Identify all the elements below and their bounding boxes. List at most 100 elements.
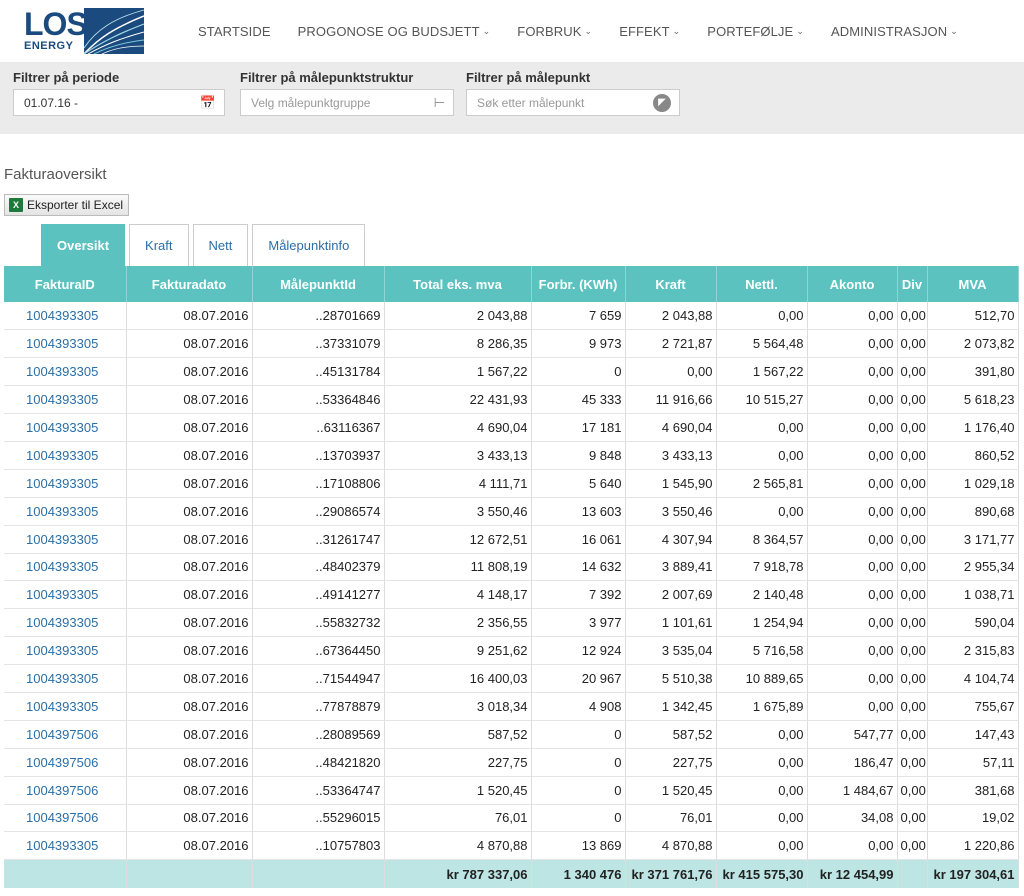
invoice-id-link[interactable]: 1004393305 (4, 413, 127, 442)
tab-malepunktinfo[interactable]: Målepunktinfo (252, 224, 366, 266)
col-mva-header[interactable]: MVA (927, 266, 1019, 302)
chevron-down-icon: ⌄ (950, 25, 958, 36)
col-malepunktid-header[interactable]: MålepunktId (252, 266, 385, 302)
col-forbruk-header[interactable]: Forbr. (KWh) (531, 266, 626, 302)
table-row[interactable]: 1004397506 08.07.2016 ..53364747 1 520,45 0 1… (4, 776, 1019, 805)
col-fakturadato-header[interactable]: Fakturadato (126, 266, 253, 302)
table-row[interactable]: 1004397506 08.07.2016 ..48421820 227,75 0 227… (4, 748, 1019, 777)
structure-filter: Filtrer på målepunktstruktur Velg målepu… (240, 70, 454, 116)
col-fakturadato-cell: 08.07.2016 (126, 497, 253, 526)
col-nettleie-cell: 0,00 (716, 748, 808, 777)
nav-item-startside[interactable]: STARTSIDE (198, 24, 271, 39)
col-mva-cell: 2 955,34 (927, 553, 1019, 582)
col-mva-cell: 381,68 (927, 776, 1019, 805)
col-fakturadato-cell: 08.07.2016 (126, 692, 253, 721)
invoice-id-link[interactable]: 1004393305 (4, 553, 127, 582)
col-akonto-cell: 0,00 (807, 553, 898, 582)
col-malepunktid-cell: ..17108806 (252, 469, 385, 498)
table-row[interactable]: 1004393305 08.07.2016 ..63116367 4 690,04 17… (4, 413, 1019, 442)
invoice-id-link[interactable]: 1004397506 (4, 804, 127, 833)
table-row[interactable]: 1004393305 08.07.2016 ..77878879 3 018,34 4 … (4, 692, 1019, 721)
col-fakturadato-cell: 08.07.2016 (126, 441, 253, 470)
period-input[interactable]: 01.07.16 - 📅 (13, 89, 225, 116)
invoice-id-link[interactable]: 1004393305 (4, 580, 127, 610)
nav-item-effekt[interactable]: EFFEKT ⌄ (619, 24, 680, 39)
table-row[interactable]: 1004393305 08.07.2016 ..53364846 22 431,93 4… (4, 385, 1019, 415)
invoice-id-link[interactable]: 1004397506 (4, 720, 127, 749)
nav-item-administrasjon[interactable]: ADMINISTRASJON ⌄ (831, 24, 958, 39)
col-akonto-cell: 0,00 (807, 664, 898, 693)
col-forbruk-cell: 3 977 (531, 608, 626, 638)
calendar-icon[interactable]: 📅 (200, 95, 216, 111)
chevron-down-icon: ⌄ (672, 25, 681, 36)
col-nettleie-cell: 1 567,22 (716, 357, 808, 387)
table-row[interactable]: 1004393305 08.07.2016 ..49141277 4 148,17 7 … (4, 580, 1019, 610)
table-row[interactable]: 1004393305 08.07.2016 ..37331079 8 286,35 9 … (4, 329, 1019, 359)
col-akonto-cell: 34,08 (807, 804, 898, 833)
col-total-cell: 9 251,62 (384, 636, 532, 666)
col-akonto-header[interactable]: Akonto (807, 266, 898, 302)
col-forbruk-cell: 0 (531, 776, 626, 805)
invoice-id-link[interactable]: 1004393305 (4, 664, 127, 693)
los-energy-logo[interactable]: LOS ENERGY (24, 3, 172, 59)
tab-kraft[interactable]: Kraft (129, 224, 189, 266)
hierarchy-icon[interactable]: ⊢ (434, 95, 445, 111)
col-kraft-cell: 3 889,41 (625, 553, 717, 582)
nav-item-forbruk[interactable]: FORBRUK ⌄ (517, 24, 592, 39)
nav-item-portefolje[interactable]: PORTEFØLJE ⌄ (707, 24, 804, 39)
invoice-id-link[interactable]: 1004393305 (4, 831, 127, 861)
table-row[interactable]: 1004393305 08.07.2016 ..45131784 1 567,22 0 0… (4, 357, 1019, 387)
table-row[interactable]: 1004393305 08.07.2016 ..29086574 3 550,46 13… (4, 497, 1019, 526)
invoice-id-link[interactable]: 1004393305 (4, 302, 127, 331)
table-row[interactable]: 1004393305 08.07.2016 ..10757803 4 870,88 13… (4, 831, 1019, 861)
invoice-id-link[interactable]: 1004397506 (4, 748, 127, 777)
table-row[interactable]: 1004393305 08.07.2016 ..17108806 4 111,71 5 … (4, 469, 1019, 498)
table-row[interactable]: 1004393305 08.07.2016 ..13703937 3 433,13 9 … (4, 441, 1019, 470)
col-total-header[interactable]: Total eks. mva (384, 266, 532, 302)
col-akonto-cell: 0,00 (807, 580, 898, 610)
tab-oversikt[interactable]: Oversikt (41, 224, 126, 266)
col-div-cell: 0,00 (897, 692, 928, 721)
table-row[interactable]: 1004393305 08.07.2016 ..48402379 11 808,19 1… (4, 553, 1019, 582)
invoice-id-link[interactable]: 1004393305 (4, 525, 127, 554)
gauge-icon[interactable]: ◤ (653, 93, 671, 112)
nav-item-prognose[interactable]: PROGONOSE OG BUDSJETT ⌄ (298, 24, 491, 39)
col-div-cell: 0,00 (897, 580, 928, 610)
col-div-cell: 0,00 (897, 497, 928, 526)
invoice-id-link[interactable]: 1004393305 (4, 385, 127, 415)
col-kraft-header[interactable]: Kraft (625, 266, 717, 302)
invoice-id-link[interactable]: 1004393305 (4, 329, 127, 359)
col-kraft-total: kr 371 761,76 (625, 859, 717, 888)
table-row[interactable]: 1004393305 08.07.2016 ..55832732 2 356,55 3 … (4, 608, 1019, 638)
col-div-header[interactable]: Div (897, 266, 928, 302)
invoice-id-link[interactable]: 1004397506 (4, 776, 127, 805)
col-fakturadato-cell: 08.07.2016 (126, 553, 253, 582)
col-total-cell: 4 148,17 (384, 580, 532, 610)
col-mva-cell: 3 171,77 (927, 525, 1019, 554)
col-fakturaid-header[interactable]: FakturaID (4, 266, 127, 302)
invoice-id-link[interactable]: 1004393305 (4, 357, 127, 387)
col-total-cell: 3 018,34 (384, 692, 532, 721)
table-row[interactable]: 1004397506 08.07.2016 ..28089569 587,52 0 587… (4, 720, 1019, 749)
invoice-id-link[interactable]: 1004393305 (4, 469, 127, 498)
col-mva-cell: 19,02 (927, 804, 1019, 833)
invoice-id-link[interactable]: 1004393305 (4, 692, 127, 721)
structure-select[interactable]: Velg målepunktgruppe ⊢ (240, 89, 454, 116)
table-row[interactable]: 1004397506 08.07.2016 ..55296015 76,01 0 76,0… (4, 804, 1019, 833)
invoice-id-link[interactable]: 1004393305 (4, 441, 127, 470)
export-excel-button[interactable]: X Eksporter til Excel (4, 194, 130, 216)
table-row[interactable]: 1004393305 08.07.2016 ..28701669 2 043,88 7 … (4, 302, 1019, 331)
col-fakturadato-total (126, 859, 253, 888)
tab-nett[interactable]: Nett (192, 224, 249, 266)
table-row[interactable]: 1004393305 08.07.2016 ..67364450 9 251,62 12… (4, 636, 1019, 666)
table-row[interactable]: 1004393305 08.07.2016 ..71544947 16 400,03 2… (4, 664, 1019, 693)
period-value: 01.07.16 - (24, 95, 79, 110)
invoice-id-link[interactable]: 1004393305 (4, 497, 127, 526)
invoice-id-link[interactable]: 1004393305 (4, 608, 127, 638)
col-akonto-cell: 0,00 (807, 608, 898, 638)
invoice-id-link[interactable]: 1004393305 (4, 636, 127, 666)
point-search-input[interactable]: Søk etter målepunkt ◤ (466, 89, 680, 116)
col-nettleie-header[interactable]: Nettl. (716, 266, 808, 302)
top-header: LOS ENERGY STARTSIDE PROGONOSE OG BUDSJE… (0, 0, 1024, 62)
table-row[interactable]: 1004393305 08.07.2016 ..31261747 12 672,51 1… (4, 525, 1019, 554)
